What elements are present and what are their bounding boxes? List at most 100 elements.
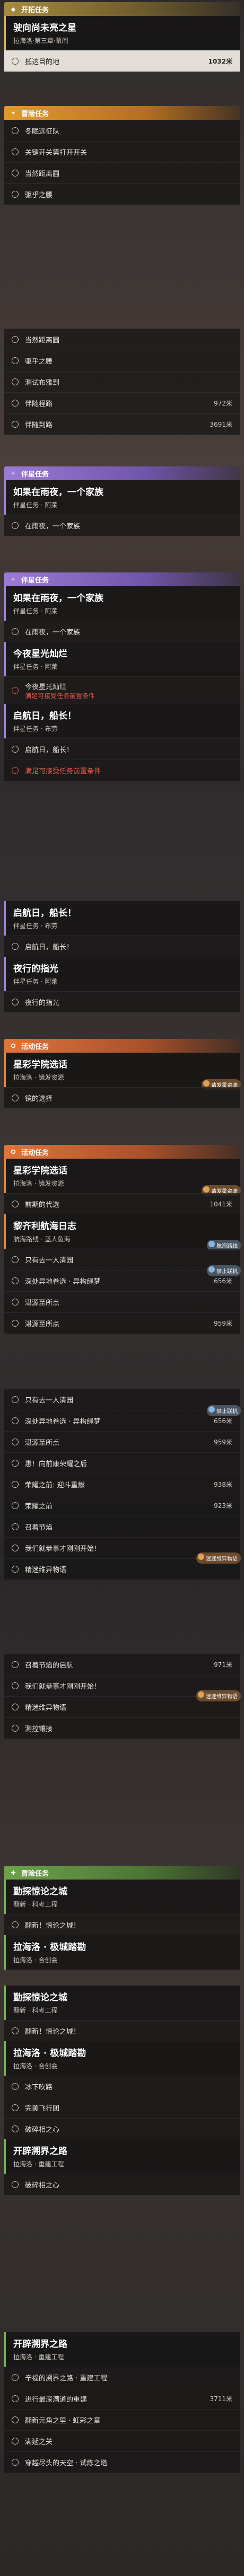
event-main-card[interactable]: 星彩学院选话 拉海洛 · 镜发资源 请发星资源 xyxy=(4,1053,241,1090)
companion-card-subtitle: 伴星任务 · 阿莱 xyxy=(13,978,58,985)
companion-card-3[interactable]: 启航日，船长！ 伴星任务 · 布劳 xyxy=(4,704,240,738)
list-item[interactable]: 伴随到路 3691米 xyxy=(4,413,240,435)
event-section-3: 只有去一人清园 深处异地卷选 · 异构绳梦 656米 禁止联机 湛源至所点 959米 … xyxy=(4,1389,241,1580)
adventure-card[interactable]: 勤探惊论之城 翻新 · 科考工程 xyxy=(4,1986,240,2020)
event-section-2: ✪ 活动任务 星彩学院选话 拉海洛 · 镜发资源 请发星资源 前期的代选 1041… xyxy=(4,1145,241,1334)
companion-main-card[interactable]: 如果在雨夜，一个家族 伴星任务 · 阿莱 xyxy=(4,586,240,621)
list-item-label: 翻新！惊论之城！ xyxy=(25,2028,81,2036)
list-item[interactable]: 湛源至所点 xyxy=(4,1291,240,1312)
list-item[interactable]: 荣耀之前: 迎斗重燃 938米 xyxy=(4,1474,240,1495)
list-item[interactable]: 夜行的指光 xyxy=(4,991,240,1012)
list-item-label: 冬眠远征队 xyxy=(25,128,60,136)
event-header[interactable]: ✪ 活动任务 xyxy=(4,1145,240,1159)
adventure-card[interactable]: 开辟溯界之路 拉海洛 · 重建工程 xyxy=(4,2332,240,2367)
companion-card-2[interactable]: 今夜星光灿烂 伴星任务 · 阿莱 xyxy=(4,642,240,676)
trailblaze-header-label: 开拓任务 xyxy=(21,6,49,14)
list-item[interactable]: 在雨夜，一个家族 xyxy=(4,621,240,642)
trailblaze-subtitle: 拉海洛·第三章·幕间 xyxy=(13,37,68,45)
list-item[interactable]: 启航日，船长！ xyxy=(4,738,240,760)
adventure-card[interactable]: 开辟溯界之路 拉海洛 · 重建工程 xyxy=(4,2139,240,2174)
list-item[interactable]: 前期的代选 1041米 xyxy=(4,1193,240,1214)
list-item[interactable]: 完美飞行团 xyxy=(4,2097,240,2118)
list-item-label: 完美飞行团 xyxy=(25,2105,60,2113)
list-item[interactable]: 驱乎之腰 xyxy=(4,350,240,371)
adventure-header[interactable]: ✚ 冒险任务 xyxy=(4,1866,240,1880)
list-item[interactable]: 湛源至所点 959米 xyxy=(4,1312,240,1334)
list-item[interactable]: 冬眠远征队 xyxy=(4,120,240,141)
companion-card-2[interactable]: 夜行的指光 伴星任务 · 阿莱 xyxy=(4,957,240,991)
companion-main-card[interactable]: 如果在雨夜，一个家族 伴星任务 · 阿莱 xyxy=(4,480,240,515)
list-item[interactable]: 关键开关第打开开关 xyxy=(4,141,240,162)
trailblaze-main-card[interactable]: 驶向尚未亮之星 拉海洛·第三章·幕间 xyxy=(4,16,240,50)
list-item[interactable]: 伴随程路 972米 xyxy=(4,392,240,413)
list-item[interactable]: 当然距离圆 xyxy=(4,162,240,183)
adventure-card[interactable]: 拉海洛 · 极城踏勘 拉海洛 · 合创会 xyxy=(4,1935,240,1970)
list-item[interactable]: 精迷维异物语 迷迷维异物语 xyxy=(4,1552,241,1580)
circle-icon xyxy=(12,2083,19,2090)
list-item-label: 深处异地卷选 · 异构绳梦 xyxy=(25,1418,101,1426)
event-main-card[interactable]: 星彩学院选话 拉海洛 · 镜发资源 请发星资源 xyxy=(4,1159,241,1196)
companion-card[interactable]: 启航日，船长！ 伴星任务 · 布劳 xyxy=(4,901,240,936)
list-item[interactable]: 辛福的溯界之路 · 重建工程 xyxy=(4,2367,240,2388)
list-item[interactable]: 穿越尽头的天空 · 试炼之塔 xyxy=(4,2451,240,2473)
list-item-label: 伴随程路 xyxy=(25,400,53,408)
list-item[interactable]: 镜的选择 xyxy=(4,1087,240,1108)
list-item[interactable]: 只有去一人清园 xyxy=(4,1249,240,1270)
companion-header[interactable]: ✧ 伴星任务 xyxy=(4,572,240,586)
side-header[interactable]: ✦ 冒险任务 xyxy=(4,106,240,120)
list-item[interactable]: 深处异地卷选 · 异构绳梦 656米 禁止联机 xyxy=(4,1265,241,1291)
list-item[interactable]: 荣耀之前 923米 xyxy=(4,1495,240,1516)
event-card-2[interactable]: 黎齐利航海日志 航海路线 · 蓝人鱼海 航海路线 xyxy=(4,1214,241,1251)
list-item[interactable]: 深处异地卷选 · 异构绳梦 656米 禁止联机 xyxy=(4,1405,241,1431)
list-item[interactable]: 测控镶接 xyxy=(4,1717,240,1739)
companion-icon: ✧ xyxy=(11,470,16,477)
list-item[interactable]: 测试布雅到 xyxy=(4,371,240,392)
list-item[interactable]: 翻新！惊论之城！ xyxy=(4,1914,240,1935)
event-subtitle: 拉海洛 · 镜发资源 xyxy=(13,1074,64,1081)
trailblaze-objective-row[interactable]: 抵达目的地 1032米 xyxy=(4,50,240,72)
list-item[interactable]: 驱乎之腰 xyxy=(4,183,240,205)
event-section-1: ✪ 活动任务 星彩学院选话 拉海洛 · 镜发资源 请发星资源 镜的选择 xyxy=(4,1039,241,1108)
list-item[interactable]: 翻新！惊论之城！ xyxy=(4,2020,240,2041)
trailblaze-header[interactable]: ◆ 开拓任务 xyxy=(4,2,240,16)
adventure-icon: ✚ xyxy=(11,1869,16,1876)
list-item[interactable]: 进行最深满道的重建 3711米 xyxy=(4,2388,240,2409)
list-item[interactable]: 破碎相之心 xyxy=(4,2118,240,2139)
circle-icon xyxy=(12,2438,19,2445)
adventure-card[interactable]: 拉海洛 · 极城踏勘 拉海洛 · 合创会 xyxy=(4,2041,240,2076)
list-item-label: 在雨夜，一个家族 xyxy=(25,629,81,637)
distance: 938米 xyxy=(214,1481,232,1488)
list-item[interactable]: 冰下吹路 xyxy=(4,2076,240,2097)
distance: 971米 xyxy=(214,1661,232,1669)
list-item[interactable]: 湛源至所点 959米 xyxy=(4,1431,240,1452)
list-item[interactable]: 召着节焰 xyxy=(4,1516,240,1537)
event-header[interactable]: ✪ 活动任务 xyxy=(4,1039,240,1053)
distance: 656米 xyxy=(214,1277,232,1285)
circle-icon xyxy=(12,2395,19,2402)
locked-item[interactable]: 满足可接受任务前置条件 xyxy=(4,760,240,781)
circle-icon xyxy=(12,1545,19,1551)
adventure-card[interactable]: 勤探惊论之城 翻新 · 科考工程 xyxy=(4,1880,240,1914)
list-item[interactable]: 在雨夜，一个家族 xyxy=(4,515,240,536)
list-item[interactable]: 当然距离圆 xyxy=(4,329,240,350)
side-section-2: 当然距离圆 驱乎之腰 测试布雅到 伴随程路 972米 伴随到路 3691米 xyxy=(4,329,240,435)
list-item[interactable]: 惠！向前康荣耀之后 xyxy=(4,1452,240,1474)
list-item-label: 当然距离圆 xyxy=(25,337,60,345)
list-item-label: 测控镶接 xyxy=(25,1725,53,1733)
list-item[interactable]: 启航日，船长！ xyxy=(4,936,240,957)
list-item[interactable]: 翻新元角之里 · 虹彩之章 xyxy=(4,2409,240,2430)
adventure-card-title: 拉海洛 · 极城踏勘 xyxy=(13,2048,86,2059)
circle-icon xyxy=(12,1417,19,1424)
list-item-label: 翻新元角之里 · 虹彩之章 xyxy=(25,2417,101,2425)
list-item[interactable]: 满延之关 xyxy=(4,2430,240,2451)
circle-icon xyxy=(12,1095,19,1101)
list-item[interactable]: 精迷维异物语 迷迷维异物语 xyxy=(4,1690,241,1717)
list-item[interactable]: 只有去一人清园 xyxy=(4,1389,240,1410)
circle-icon xyxy=(12,1299,19,1305)
list-item[interactable]: 召着节焰的启航 971米 xyxy=(4,1654,240,1675)
list-item-label: 夜行的指光 xyxy=(25,999,60,1007)
locked-item[interactable]: 今夜星光灿烂 满足可接受任务前置条件 xyxy=(4,676,240,704)
companion-header[interactable]: ✧ 伴星任务 xyxy=(4,466,240,480)
circle-icon xyxy=(12,127,19,134)
list-item[interactable]: 破碎相之心 xyxy=(4,2174,240,2195)
